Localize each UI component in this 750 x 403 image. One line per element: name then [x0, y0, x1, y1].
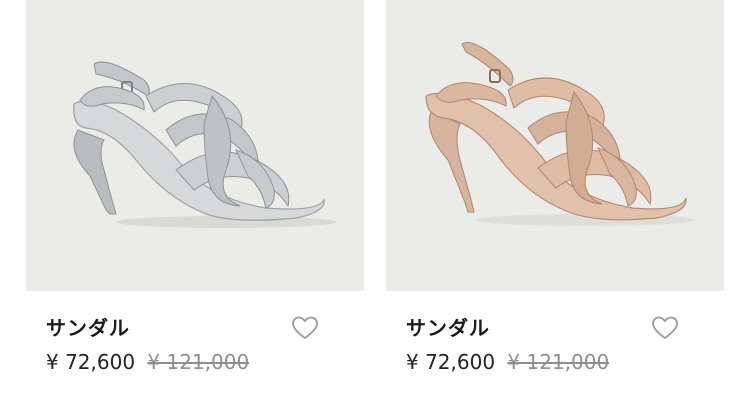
product-image-silver-sandal[interactable] [26, 0, 364, 291]
original-price: ¥ 121,000 [147, 350, 250, 374]
product-image-nude-sandal[interactable] [386, 0, 724, 291]
price: ¥ 72,600 ¥ 121,000 [46, 350, 249, 374]
product-card[interactable]: サンダル ¥ 72,600 ¥ 121,000 [26, 0, 364, 403]
product-grid: サンダル ¥ 72,600 ¥ 121,000 サンダル ¥ 72,600 ¥ … [0, 0, 750, 403]
original-price: ¥ 121,000 [507, 350, 610, 374]
price: ¥ 72,600 ¥ 121,000 [406, 350, 609, 374]
heart-outline-icon [652, 316, 678, 339]
product-name[interactable]: サンダル [406, 312, 490, 341]
product-card[interactable]: サンダル ¥ 72,600 ¥ 121,000 [386, 0, 724, 403]
product-name[interactable]: サンダル [46, 312, 130, 341]
favorite-button[interactable] [650, 315, 680, 341]
sale-price: ¥ 72,600 [46, 350, 136, 374]
favorite-button[interactable] [290, 315, 320, 341]
heart-outline-icon [292, 316, 318, 339]
sale-price: ¥ 72,600 [406, 350, 496, 374]
